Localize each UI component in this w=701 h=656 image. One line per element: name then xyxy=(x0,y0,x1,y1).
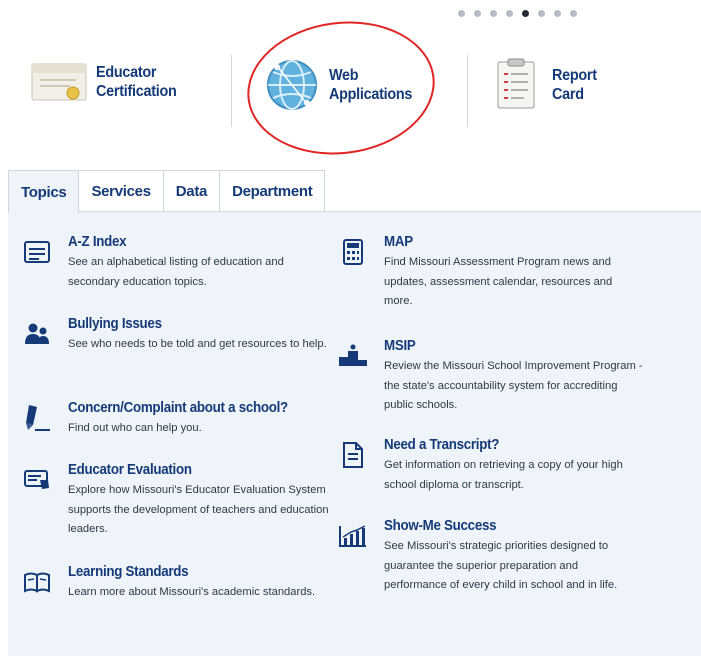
carousel-dot[interactable] xyxy=(490,10,497,17)
tab-bar: Topics Services Data Department xyxy=(8,170,326,213)
topic-description: Find Missouri Assessment Program news an… xyxy=(384,256,613,307)
topic-description: See an alphabetical listing of education… xyxy=(68,256,284,288)
report-card-icon xyxy=(494,58,540,112)
topic-item-need-a-transcript[interactable]: Need a Transcript? Get information on re… xyxy=(338,437,638,495)
transcript-icon xyxy=(338,440,368,470)
evaluation-icon xyxy=(22,465,52,495)
tile-educator-certification[interactable]: Educator Certification xyxy=(30,58,185,106)
carousel-dot[interactable] xyxy=(538,10,545,17)
tab-department[interactable]: Department xyxy=(219,170,326,212)
topic-title[interactable]: Learning Standards xyxy=(68,564,295,580)
tile-label: Web Applications xyxy=(329,67,413,103)
topic-title[interactable]: Bullying Issues xyxy=(68,316,306,332)
divider xyxy=(467,55,468,127)
open-book-icon xyxy=(22,567,52,597)
topic-description: Find out who can help you. xyxy=(68,422,202,434)
topic-description: See who needs to be told and get resourc… xyxy=(68,338,327,350)
topic-item-msip[interactable]: MSIP Review the Missouri School Improvem… xyxy=(338,338,648,416)
topic-description: See Missouri's strategic priorities desi… xyxy=(384,540,618,591)
carousel-dot[interactable] xyxy=(458,10,465,17)
carousel-dot[interactable] xyxy=(554,10,561,17)
topics-panel: A-Z Index See an alphabetical listing of… xyxy=(8,211,701,656)
podium-icon xyxy=(338,341,368,371)
topic-title[interactable]: Concern/Complaint about a school? xyxy=(68,400,288,416)
tile-report-card[interactable]: Report Card xyxy=(494,58,602,112)
topic-title[interactable]: MSIP xyxy=(384,338,627,354)
topic-description: Explore how Missouri's Educator Evaluati… xyxy=(68,484,329,535)
carousel-dot[interactable] xyxy=(570,10,577,17)
topic-item-concern-complaint[interactable]: Concern/Complaint about a school? Find o… xyxy=(22,400,352,439)
topic-title[interactable]: A-Z Index xyxy=(68,234,311,250)
topic-item-show-me-success[interactable]: Show-Me Success See Missouri's strategic… xyxy=(338,518,638,596)
topic-description: Learn more about Missouri's academic sta… xyxy=(68,586,316,598)
topic-item-educator-evaluation[interactable]: Educator Evaluation Explore how Missouri… xyxy=(22,462,332,540)
tile-label: Educator Certification xyxy=(96,64,177,100)
tab-data[interactable]: Data xyxy=(162,170,221,212)
bar-chart-icon xyxy=(338,521,368,551)
pencil-icon xyxy=(22,403,52,433)
topic-item-bullying-issues[interactable]: Bullying Issues See who needs to be told… xyxy=(22,316,332,355)
topic-item-a-z-index[interactable]: A-Z Index See an alphabetical listing of… xyxy=(22,234,332,292)
carousel-dot[interactable] xyxy=(506,10,513,17)
carousel-dot-active[interactable] xyxy=(522,10,529,17)
topic-item-learning-standards[interactable]: Learning Standards Learn more about Miss… xyxy=(22,564,332,603)
tab-topics[interactable]: Topics xyxy=(8,170,80,213)
calculator-icon xyxy=(338,237,368,267)
globe-network-icon xyxy=(265,58,319,112)
index-list-icon xyxy=(22,237,52,267)
topic-description: Get information on retrieving a copy of … xyxy=(384,459,623,491)
divider xyxy=(231,55,232,127)
tile-web-applications[interactable]: Web Applications xyxy=(265,58,421,112)
topic-title[interactable]: Need a Transcript? xyxy=(384,437,618,453)
people-icon xyxy=(22,319,52,349)
tile-label: Report Card xyxy=(552,67,597,103)
carousel-dots xyxy=(458,10,577,17)
topic-title[interactable]: MAP xyxy=(384,234,618,250)
certificate-icon xyxy=(30,58,88,106)
topic-item-map[interactable]: MAP Find Missouri Assessment Program new… xyxy=(338,234,638,312)
topic-title[interactable]: Show-Me Success xyxy=(384,518,618,534)
topic-description: Review the Missouri School Improvement P… xyxy=(384,360,643,411)
tab-services[interactable]: Services xyxy=(78,170,164,212)
carousel-dot[interactable] xyxy=(474,10,481,17)
topic-title[interactable]: Educator Evaluation xyxy=(68,462,311,478)
